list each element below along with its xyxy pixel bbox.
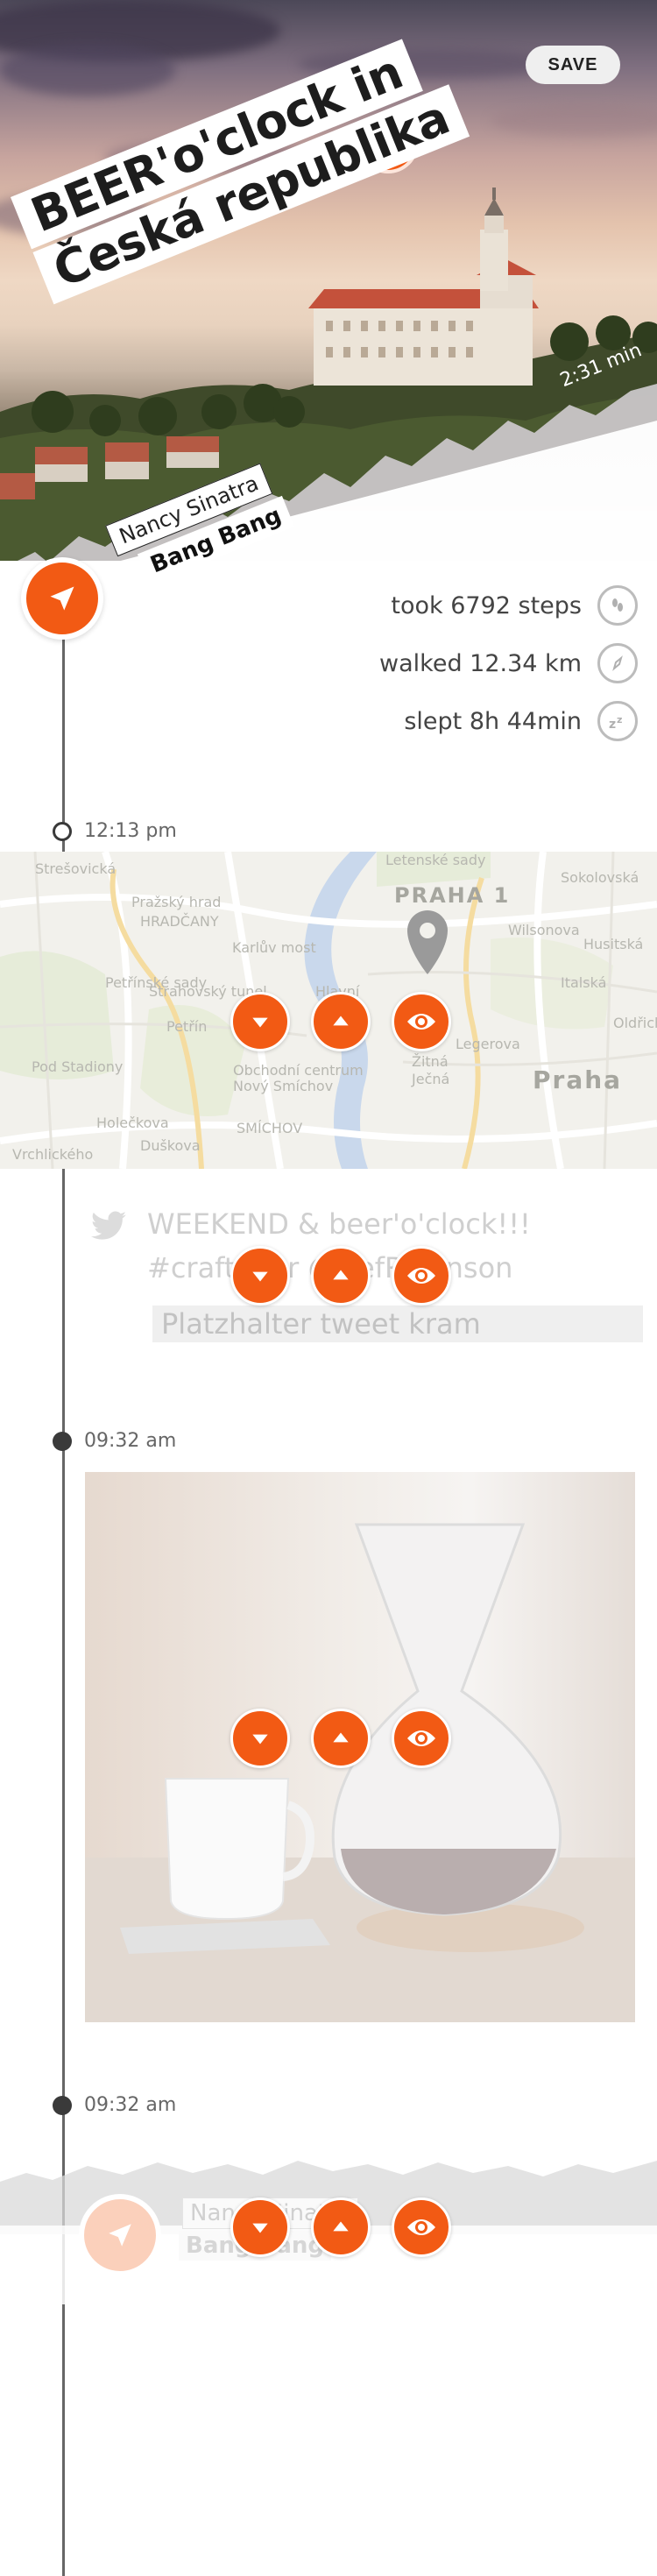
eye-icon: [407, 2219, 435, 2235]
sleep-icon: zz: [597, 701, 638, 741]
chevron-up-icon: [333, 1270, 349, 1280]
map-label: Oldřichova: [613, 1015, 657, 1031]
stat-distance: walked 12.34 km: [379, 643, 638, 683]
map-label: SMÍCHOV: [237, 1120, 303, 1136]
map-label: Pražský hrad: [131, 894, 222, 910]
move-down-button[interactable]: [230, 1709, 290, 1768]
map-label: Nový Smíchov: [233, 1078, 334, 1094]
time-label: 12:13 pm: [84, 820, 177, 842]
eye-icon: [407, 1268, 435, 1284]
stat-sleep-text: slept 8h 44min: [404, 707, 582, 735]
location-arrow-icon: [109, 2224, 131, 2247]
toggle-visibility-button[interactable]: [392, 2197, 451, 2257]
play-button-faded[interactable]: [79, 2194, 161, 2276]
map-actions: [230, 992, 451, 1051]
map-label: Holečkova: [96, 1115, 169, 1131]
tweet-actions: [230, 1246, 451, 1306]
move-down-button[interactable]: [230, 2197, 290, 2257]
toggle-visibility-button[interactable]: [392, 1246, 451, 1306]
map-label: HRADČANY: [140, 913, 219, 930]
map-label: Italská: [561, 974, 607, 991]
chevron-up-icon: [333, 1732, 349, 1743]
compass-icon: [597, 643, 638, 683]
stat-steps-text: took 6792 steps: [391, 591, 582, 619]
song-actions: [230, 2197, 451, 2257]
timeline-entry-time: 09:32 am: [53, 1430, 176, 1452]
chevron-down-icon: [252, 1271, 268, 1282]
move-up-button[interactable]: [311, 1709, 371, 1768]
location-arrow-icon: [50, 586, 74, 611]
map-label: Praha: [533, 1065, 623, 1094]
eye-icon: [407, 1014, 435, 1030]
map-label: Duškova: [140, 1137, 201, 1154]
map-label: Žitná: [412, 1053, 449, 1070]
move-down-button[interactable]: [230, 992, 290, 1051]
toggle-visibility-button[interactable]: [392, 1709, 451, 1768]
play-button[interactable]: [21, 557, 103, 640]
map-label: Ječná: [412, 1071, 450, 1087]
move-up-button[interactable]: [311, 992, 371, 1051]
chevron-up-icon: [333, 1016, 349, 1026]
move-up-button[interactable]: [311, 2197, 371, 2257]
map-label: Petřín: [166, 1018, 208, 1035]
eye-icon: [407, 1730, 435, 1746]
timeline-dot: [53, 2095, 72, 2115]
chevron-up-icon: [333, 2221, 349, 2232]
stat-sleep: slept 8h 44min zz: [404, 701, 638, 741]
map-label: Strešovická: [35, 860, 117, 877]
map-label: PRAHA 1: [394, 883, 511, 908]
time-label: 09:32 am: [84, 1430, 177, 1452]
tweet-placeholder: Platzhalter tweet kram: [152, 1306, 643, 1342]
map-label: Husitská: [583, 936, 644, 952]
toggle-visibility-button[interactable]: [392, 992, 451, 1051]
save-button[interactable]: SAVE: [526, 46, 620, 84]
chevron-down-icon: [252, 1734, 268, 1744]
map-label: Obchodní centrum: [233, 1062, 364, 1079]
map-label: Letenské sady: [385, 852, 486, 868]
chevron-down-icon: [252, 2223, 268, 2233]
tweet-line-1: WEEKEND & beer'o'clock!!!: [147, 1207, 531, 1241]
map-label: Legerova: [456, 1036, 520, 1052]
timeline-dot: [53, 1431, 72, 1451]
timeline-entry-time: 12:13 pm: [53, 820, 177, 842]
stat-distance-text: walked 12.34 km: [379, 649, 582, 677]
twitter-icon: [91, 1211, 126, 1240]
stat-steps: took 6792 steps: [391, 585, 638, 626]
svg-text:z: z: [617, 714, 622, 725]
svg-text:z: z: [609, 718, 616, 732]
move-up-button[interactable]: [311, 1246, 371, 1306]
map-label: Karlův most: [232, 939, 316, 956]
footsteps-icon: [597, 585, 638, 626]
photo-actions: [230, 1709, 451, 1768]
timeline-dot: [53, 821, 72, 841]
map-label: Wilsonova: [508, 922, 580, 938]
map-label: Vrchlického: [12, 1146, 94, 1163]
map-label: Pod Stadiony: [32, 1058, 124, 1075]
time-label: 09:32 am: [84, 2094, 177, 2116]
timeline-entry-time: 09:32 am: [53, 2094, 176, 2116]
chevron-down-icon: [252, 1017, 268, 1028]
move-down-button[interactable]: [230, 1246, 290, 1306]
hero-image: SAVE BEER'o'clock in Česká republika 2:3…: [0, 0, 657, 561]
map-label: Sokolovská: [561, 869, 639, 886]
